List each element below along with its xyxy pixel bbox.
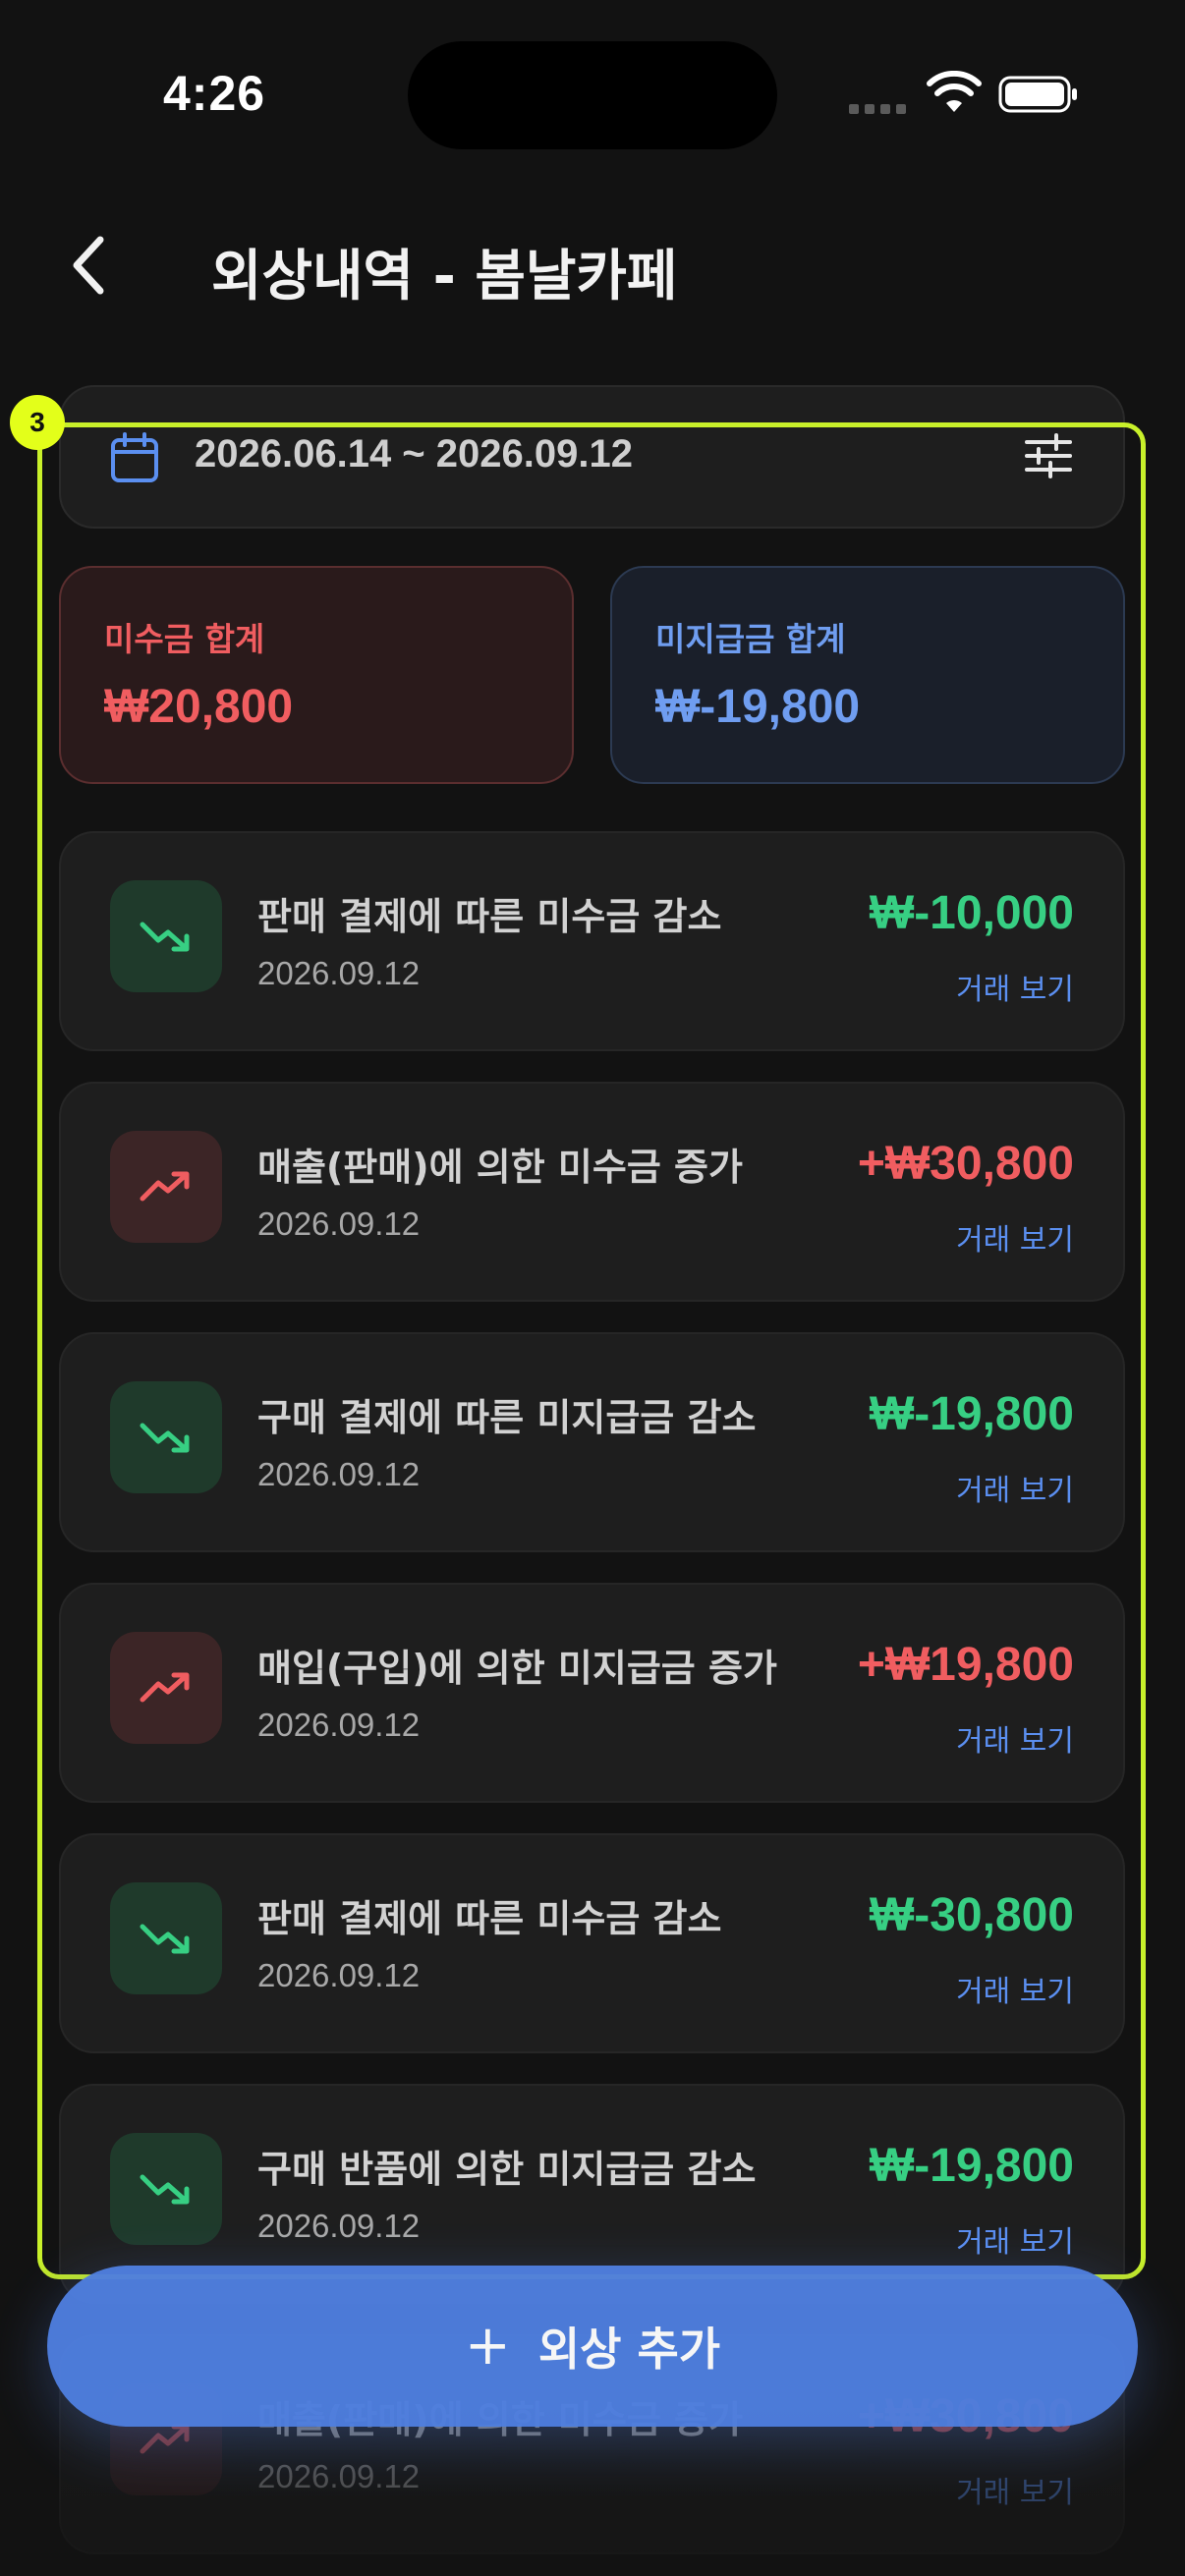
transaction-card[interactable]: 판매 결제에 따른 미수금 감소 2026.09.12 ₩-30,800 거래 … [59,1833,1125,2053]
view-transaction-link[interactable]: 거래 보기 [956,1967,1074,2010]
calendar-icon [111,432,158,482]
sliders-icon [1025,433,1072,478]
view-transaction-link[interactable]: 거래 보기 [956,1215,1074,1259]
status-bar: 4:26 [0,0,1185,187]
cellular-signal-icon [849,104,906,114]
view-transaction-link[interactable]: 거래 보기 [956,1716,1074,1760]
page-title: 외상내역 - 봄날카페 [211,245,678,308]
view-transaction-link[interactable]: 거래 보기 [956,965,1074,1008]
wifi-icon [927,71,982,112]
transaction-date: 2026.09.12 [257,955,421,991]
transaction-description: 매출(판매)에 의한 미수금 증가 [257,1146,743,1189]
back-button[interactable] [49,226,128,305]
plus-icon: + [464,2314,511,2378]
trending-down-icon [110,2133,222,2245]
trending-down-icon [110,880,222,992]
chevron-left-icon [73,236,104,295]
transaction-date: 2026.09.12 [257,1456,421,1492]
payable-summary-label: 미지급금 합계 [655,620,846,658]
receivable-summary-label: 미수금 합계 [104,620,265,658]
transaction-description: 판매 결제에 따른 미수금 감소 [257,895,722,938]
transaction-card[interactable]: 매출(판매)에 의한 미수금 증가 2026.09.12 +₩30,800 거래… [59,1082,1125,1302]
view-transaction-link[interactable]: 거래 보기 [956,2217,1074,2261]
payable-summary-value: ₩-19,800 [655,681,861,733]
dynamic-island [408,41,777,149]
view-transaction-link[interactable]: 거래 보기 [956,2468,1074,2511]
filter-button[interactable] [1021,428,1076,483]
transaction-amount: ₩-10,000 [869,887,1074,939]
transaction-amount: ₩-30,800 [869,1889,1074,1941]
trending-down-icon [110,1381,222,1493]
trending-down-icon [110,1882,222,1994]
transaction-amount: ₩-19,800 [869,2140,1074,2192]
transaction-card[interactable]: 구매 결제에 따른 미지급금 감소 2026.09.12 ₩-19,800 거래… [59,1332,1125,1552]
transaction-date: 2026.09.12 [257,1957,421,1993]
status-time: 4:26 [163,66,266,121]
transaction-description: 판매 결제에 따른 미수금 감소 [257,1897,722,1940]
transaction-description: 구매 반품에 의한 미지급금 감소 [257,2148,757,2191]
transaction-date: 2026.09.12 [257,1205,421,1242]
add-credit-button[interactable]: + 외상 추가 [47,2266,1138,2427]
transaction-description: 구매 결제에 따른 미지급금 감소 [257,1396,757,1439]
payable-summary-card: 미지급금 합계 ₩-19,800 [610,566,1125,784]
selection-badge: 3 [10,395,65,450]
transaction-date: 2026.09.12 [257,1707,421,1743]
trending-up-icon [110,1131,222,1243]
transaction-date: 2026.09.12 [257,2208,421,2244]
navigation-bar: 외상내역 - 봄날카페 [0,206,1185,324]
receivable-summary-card: 미수금 합계 ₩20,800 [59,566,574,784]
transaction-amount: +₩19,800 [857,1639,1074,1691]
battery-icon [998,76,1077,113]
add-credit-label: 외상 추가 [537,2323,721,2376]
view-transaction-link[interactable]: 거래 보기 [956,1466,1074,1509]
transaction-card[interactable]: 매입(구입)에 의한 미지급금 증가 2026.09.12 +₩19,800 거… [59,1583,1125,1803]
transaction-description: 매입(구입)에 의한 미지급금 증가 [257,1647,777,1690]
receivable-summary-value: ₩20,800 [104,681,294,733]
transaction-date: 2026.09.12 [257,2458,421,2494]
transaction-amount: ₩-19,800 [869,1388,1074,1440]
date-range-selector[interactable]: 2026.06.14 ~ 2026.09.12 [59,385,1125,529]
trending-up-icon [110,1632,222,1744]
date-range-text: 2026.06.14 ~ 2026.09.12 [195,432,633,476]
transaction-card[interactable]: 판매 결제에 따른 미수금 감소 2026.09.12 ₩-10,000 거래 … [59,831,1125,1051]
transaction-amount: +₩30,800 [857,1138,1074,1190]
